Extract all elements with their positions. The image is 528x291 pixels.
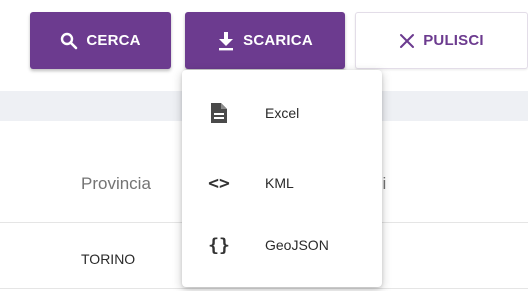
- search-icon: [60, 32, 78, 50]
- menu-item-geojson[interactable]: {} GeoJSON: [182, 212, 382, 278]
- menu-item-label: Excel: [265, 105, 300, 121]
- menu-item-label: KML: [265, 175, 294, 191]
- toolbar: CERCA SCARICA PULISCI: [30, 12, 528, 69]
- download-button-label: SCARICA: [243, 32, 313, 49]
- menu-item-label: GeoJSON: [265, 237, 329, 253]
- column-header-provincia[interactable]: Provincia: [81, 174, 151, 194]
- menu-item-excel[interactable]: Excel: [182, 80, 382, 146]
- braces-icon: {}: [208, 234, 230, 256]
- search-button-label: CERCA: [86, 32, 141, 49]
- download-icon: [217, 31, 235, 51]
- row-divider: [0, 288, 528, 289]
- menu-item-kml[interactable]: <> KML: [182, 150, 382, 216]
- close-icon: [399, 33, 415, 49]
- clear-button-label: PULISCI: [423, 32, 484, 49]
- search-button[interactable]: CERCA: [30, 12, 171, 69]
- table-cell-provincia: TORINO: [81, 251, 136, 267]
- document-icon: [206, 102, 232, 124]
- clear-button[interactable]: PULISCI: [355, 12, 528, 69]
- download-button[interactable]: SCARICA: [185, 12, 345, 69]
- code-icon: <>: [208, 172, 230, 194]
- download-menu: Excel <> KML {} GeoJSON: [182, 70, 382, 287]
